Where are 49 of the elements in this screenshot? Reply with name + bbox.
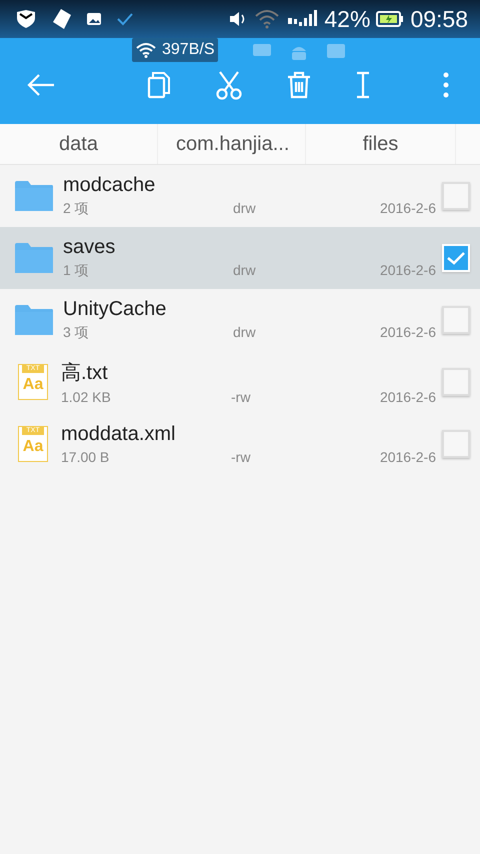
file-info: 3 项 bbox=[63, 324, 90, 342]
breadcrumb-item[interactable]: com.hanjia... bbox=[158, 124, 306, 164]
file-name: saves bbox=[63, 236, 116, 259]
breadcrumb-item[interactable]: files bbox=[306, 124, 456, 164]
screen-icon bbox=[326, 43, 346, 61]
wifi-icon bbox=[136, 42, 156, 58]
file-date: 2016-2-6 bbox=[378, 262, 437, 280]
file-permissions: drw bbox=[233, 262, 257, 280]
back-arrow-icon bbox=[26, 73, 56, 97]
copy-icon bbox=[146, 71, 172, 99]
image-icon bbox=[86, 12, 102, 26]
chat-icon bbox=[252, 43, 272, 59]
checkbox[interactable] bbox=[442, 306, 470, 334]
text-cursor-icon bbox=[354, 71, 372, 99]
speed-overlay: 397B/S bbox=[132, 38, 218, 62]
file-permissions: drw bbox=[233, 200, 257, 218]
file-info: 1.02 KB bbox=[61, 389, 112, 405]
file-row[interactable]: UnityCache 3 项 drw 2016-2-6 bbox=[0, 289, 480, 351]
file-date: 2016-2-6 bbox=[378, 389, 437, 405]
file-date: 2016-2-6 bbox=[378, 449, 437, 465]
check-icon bbox=[116, 12, 134, 26]
check-icon bbox=[446, 250, 466, 266]
breadcrumb-item[interactable]: data bbox=[0, 124, 158, 164]
shield-icon bbox=[16, 10, 36, 28]
file-date: 2016-2-6 bbox=[378, 200, 437, 218]
more-icon bbox=[442, 71, 450, 99]
file-permissions: drw bbox=[233, 324, 257, 342]
file-info: 17.00 B bbox=[61, 449, 110, 465]
battery-percent: 42% bbox=[324, 6, 370, 32]
file-name: modcache bbox=[63, 174, 156, 197]
checkbox[interactable] bbox=[442, 182, 470, 210]
file-row[interactable]: modcache 2 项 drw 2016-2-6 bbox=[0, 165, 480, 227]
wifi-icon bbox=[254, 9, 280, 29]
file-permissions: -rw bbox=[231, 389, 252, 405]
clock: 09:58 bbox=[410, 6, 468, 32]
file-row[interactable]: saves 1 项 drw 2016-2-6 bbox=[0, 227, 480, 289]
scissors-icon bbox=[214, 70, 244, 100]
file-permissions: -rw bbox=[231, 449, 252, 465]
file-name: UnityCache bbox=[63, 298, 168, 321]
battery-icon bbox=[376, 11, 404, 27]
file-info: 1 项 bbox=[63, 262, 90, 280]
file-name: 高.txt bbox=[61, 361, 109, 386]
file-name: moddata.xml bbox=[61, 423, 176, 446]
file-date: 2016-2-6 bbox=[378, 324, 437, 342]
checkbox[interactable] bbox=[442, 430, 470, 458]
signal-icon bbox=[286, 10, 318, 28]
file-info: 2 项 bbox=[63, 200, 90, 218]
trash-icon bbox=[286, 71, 312, 99]
checkbox[interactable] bbox=[442, 368, 470, 396]
